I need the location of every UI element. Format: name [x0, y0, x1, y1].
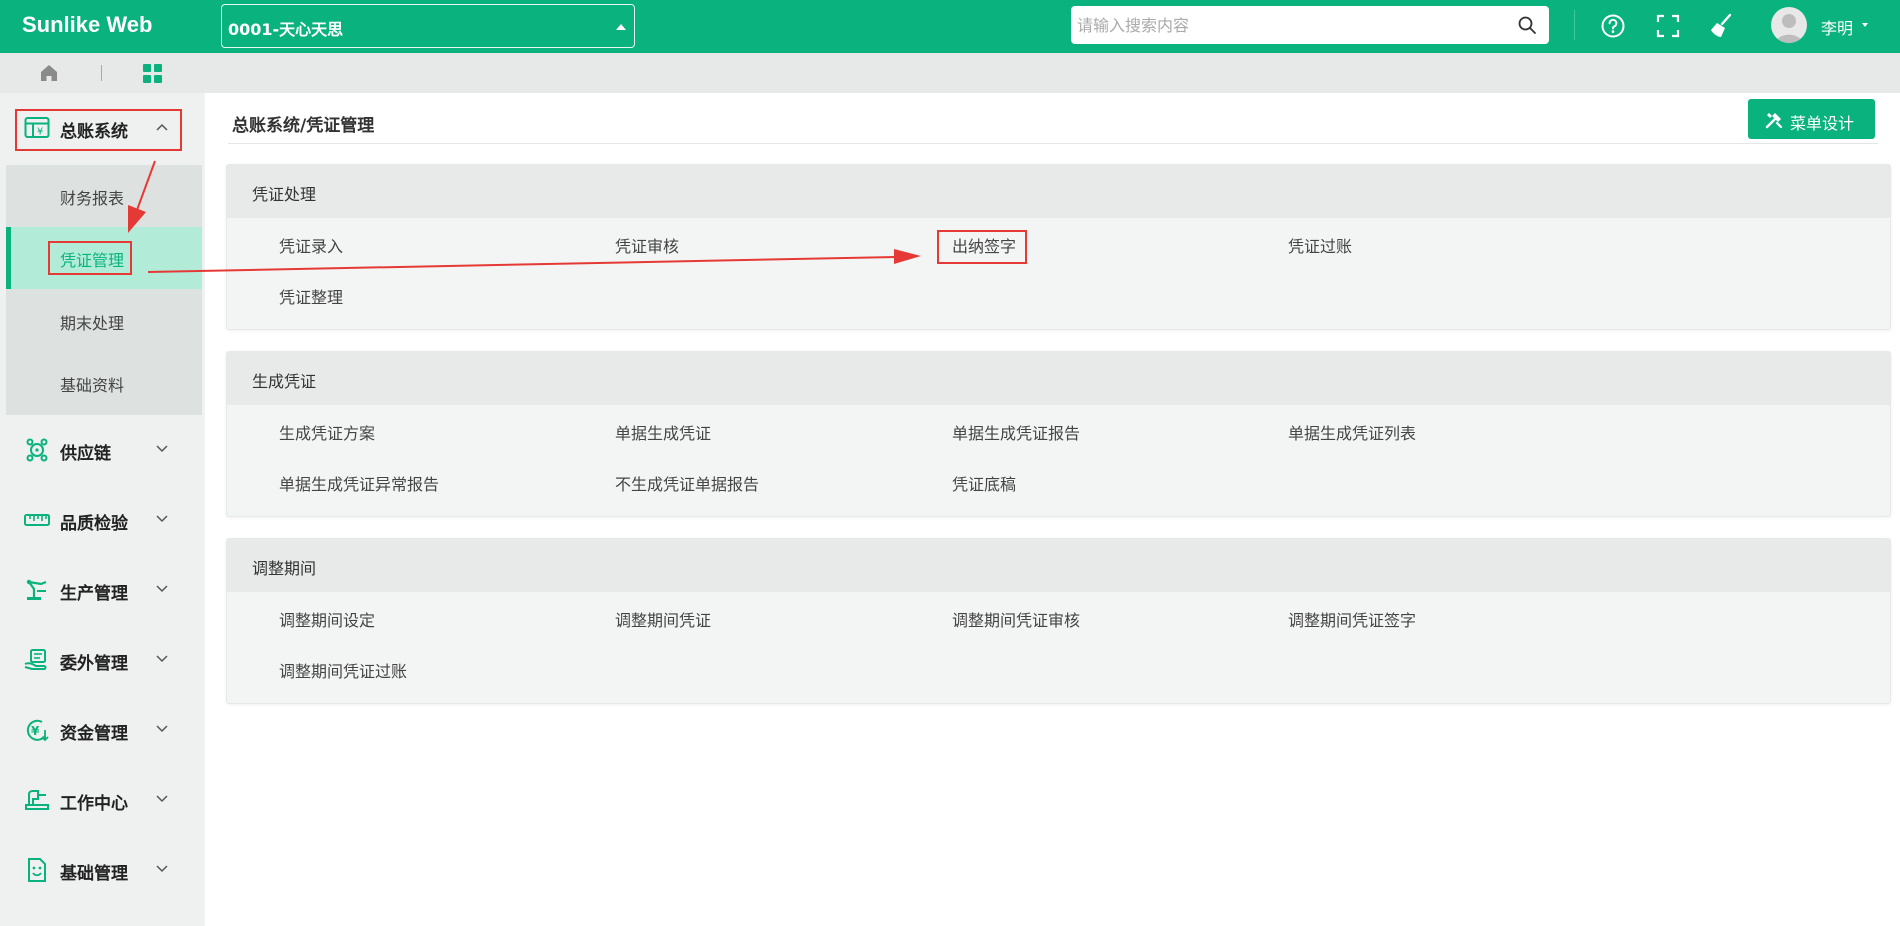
user-caret-icon[interactable] — [1862, 23, 1868, 27]
sidebar-group-label: 生产管理 — [60, 584, 128, 604]
chevron-down-icon — [156, 445, 168, 453]
menu-link-cashier-sign[interactable]: 出纳签字 — [952, 233, 1016, 257]
sidebar-group-outsourcing[interactable]: 委外管理 — [0, 625, 204, 695]
quick-bar-divider — [101, 65, 102, 81]
broom-icon[interactable] — [1708, 12, 1736, 40]
sidebar-group-ledger[interactable]: ¥ 总账系统 — [0, 93, 204, 163]
menu-link[interactable]: 凭证录入 — [279, 233, 343, 257]
active-indicator — [6, 227, 11, 289]
sidebar-group-label: 品质检验 — [60, 514, 128, 534]
panel-voucher-processing: 凭证处理 凭证录入 凭证审核 出纳签字 凭证过账 凭证整理 — [226, 164, 1891, 330]
panel-adjustment-period: 调整期间 调整期间设定 调整期间凭证 调整期间凭证审核 调整期间凭证签字 调整期… — [226, 538, 1891, 704]
sidebar-group-label: 供应链 — [60, 444, 111, 464]
outsourcing-icon — [24, 649, 47, 670]
sidebar-item-basic-data[interactable]: 基础资料 — [6, 352, 202, 414]
sidebar-group-work-center[interactable]: 工作中心 — [0, 765, 204, 835]
menu-link[interactable]: 调整期间凭证 — [615, 607, 711, 631]
sidebar-group-quality[interactable]: 品质检验 — [0, 485, 204, 555]
menu-link[interactable]: 凭证底稿 — [952, 471, 1016, 495]
sidebar-group-funds[interactable]: ¥ 资金管理 — [0, 695, 204, 765]
panel-generate-voucher: 生成凭证 生成凭证方案 单据生成凭证 单据生成凭证报告 单据生成凭证列表 单据生… — [226, 351, 1891, 517]
menu-link[interactable]: 凭证过账 — [1288, 233, 1352, 257]
sidebar-group-label: 总账系统 — [60, 122, 128, 142]
menu-link[interactable]: 单据生成凭证 — [615, 420, 711, 444]
menu-link[interactable]: 单据生成凭证异常报告 — [279, 471, 439, 495]
chevron-down-icon — [156, 795, 168, 803]
chevron-down-icon — [156, 585, 168, 593]
panel-title: 生成凭证 — [252, 372, 317, 391]
sidebar-item-label: 凭证管理 — [60, 251, 125, 270]
robot-arm-icon — [26, 579, 47, 600]
user-icon — [1776, 14, 1802, 43]
sidebar-group-basic-management[interactable]: 基础管理 — [0, 835, 204, 905]
sidebar-item-voucher-management[interactable]: 凭证管理 — [6, 227, 202, 289]
search-icon[interactable] — [1517, 15, 1537, 35]
chevron-up-icon — [156, 123, 168, 131]
document-icon — [28, 858, 46, 882]
menu-link[interactable]: 生成凭证方案 — [279, 420, 375, 444]
menu-design-label: 菜单设计 — [1790, 114, 1855, 133]
sidebar-item-financial-reports[interactable]: 财务报表 — [6, 165, 202, 227]
menu-link[interactable]: 调整期间凭证签字 — [1288, 607, 1416, 631]
menu-link[interactable]: 单据生成凭证列表 — [1288, 420, 1416, 444]
ruler-icon — [24, 514, 50, 526]
company-select[interactable]: 0001-天心天思 — [221, 4, 635, 48]
grid-apps-icon[interactable] — [142, 63, 163, 84]
top-bar: Sunlike Web 0001-天心天思 李明 — [0, 0, 1900, 53]
search-box — [1071, 6, 1549, 44]
menu-link[interactable]: 不生成凭证单据报告 — [615, 471, 759, 495]
menu-link[interactable]: 凭证整理 — [279, 284, 343, 308]
breadcrumb: 总账系统/凭证管理 — [232, 116, 375, 136]
fullscreen-icon[interactable] — [1654, 12, 1682, 40]
company-select-value: 0001-天心天思 — [228, 20, 344, 39]
svg-text:¥: ¥ — [37, 127, 43, 138]
panel-title: 凭证处理 — [252, 185, 317, 204]
panel-header: 调整期间 — [227, 539, 1890, 592]
sidebar-group-label: 工作中心 — [60, 794, 128, 814]
user-name[interactable]: 李明 — [1821, 15, 1853, 39]
chevron-down-icon — [156, 655, 168, 663]
sidebar-item-label: 财务报表 — [60, 189, 125, 208]
chevron-down-icon — [156, 725, 168, 733]
sidebar-group-label: 资金管理 — [60, 724, 128, 744]
avatar[interactable] — [1771, 7, 1807, 43]
workbench-icon — [25, 790, 49, 810]
sidebar-submenu: 财务报表 凭证管理 期末处理 基础资料 — [6, 165, 202, 415]
panel-header: 凭证处理 — [227, 165, 1890, 218]
sidebar-group-label: 委外管理 — [60, 654, 128, 674]
search-input[interactable] — [1077, 14, 1497, 36]
brand-logo: Sunlike Web — [22, 12, 153, 37]
panel-header: 生成凭证 — [227, 352, 1890, 405]
help-icon[interactable] — [1599, 12, 1627, 40]
quick-bar — [0, 53, 1900, 93]
menu-link[interactable]: 调整期间设定 — [279, 607, 375, 631]
yen-icon: ¥ — [26, 719, 49, 742]
chevron-down-icon — [156, 515, 168, 523]
breadcrumb-divider — [228, 143, 1878, 144]
menu-link[interactable]: 凭证审核 — [615, 233, 679, 257]
menu-link[interactable]: 调整期间凭证过账 — [279, 658, 407, 682]
design-tools-icon — [1765, 113, 1783, 129]
menu-link[interactable]: 调整期间凭证审核 — [952, 607, 1080, 631]
sidebar-item-period-end[interactable]: 期末处理 — [6, 290, 202, 352]
sidebar-group-supply-chain[interactable]: 供应链 — [0, 415, 204, 485]
svg-text:¥: ¥ — [31, 724, 40, 738]
toolbar-divider — [1574, 10, 1575, 40]
sidebar: ¥ 总账系统 财务报表 凭证管理 期末处理 基础资料 供应链 品质检验 生产管理… — [0, 93, 204, 926]
chevron-down-icon — [156, 865, 168, 873]
panel-title: 调整期间 — [252, 559, 317, 578]
menu-link[interactable]: 单据生成凭证报告 — [952, 420, 1080, 444]
menu-design-button[interactable]: 菜单设计 — [1748, 99, 1875, 139]
supply-chain-icon — [26, 438, 48, 462]
home-icon[interactable] — [39, 63, 59, 83]
sidebar-group-label: 基础管理 — [60, 864, 128, 884]
sidebar-item-label: 期末处理 — [60, 314, 125, 333]
main-content: 总账系统/凭证管理 菜单设计 凭证处理 凭证录入 凭证审核 出纳签字 凭证过账 … — [205, 93, 1900, 926]
sidebar-item-label: 基础资料 — [60, 376, 125, 395]
sidebar-group-production[interactable]: 生产管理 — [0, 555, 204, 625]
ledger-icon: ¥ — [24, 117, 50, 138]
caret-up-icon — [616, 24, 626, 30]
